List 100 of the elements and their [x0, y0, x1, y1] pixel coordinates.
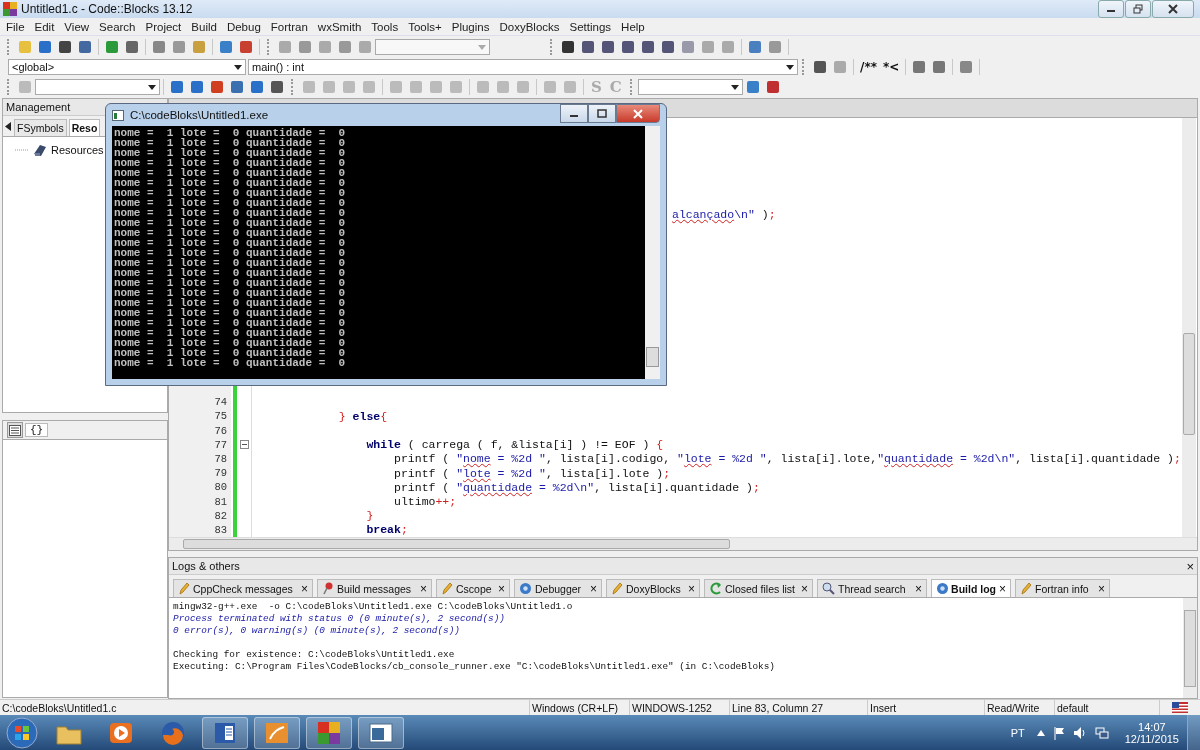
console-line: nome = 1 lote = 0 quantidade = 0	[114, 208, 347, 218]
toolbar-icon[interactable]	[660, 39, 676, 55]
console-line: nome = 1 lote = 0 quantidade = 0	[114, 158, 347, 168]
vertical-scrollbar[interactable]	[1182, 118, 1196, 537]
toolbar-icon[interactable]	[640, 39, 656, 55]
fold-icon[interactable]	[239, 440, 249, 450]
caret-icon[interactable]	[1036, 729, 1045, 736]
scope-dropdown[interactable]: <global>	[8, 59, 246, 75]
status-text: WINDOWS-1252	[632, 701, 712, 714]
toolbar-icon[interactable]	[580, 39, 596, 55]
start-button[interactable]	[4, 715, 40, 750]
flag-icon[interactable]	[1052, 725, 1065, 740]
menu-item[interactable]: Settings	[565, 20, 616, 33]
network-icon[interactable]	[1094, 725, 1109, 740]
console-line: nome = 1 lote = 0 quantidade = 0	[114, 338, 347, 348]
log-tab[interactable]: Build messages ×	[317, 579, 432, 597]
toolbar-icon[interactable]	[124, 39, 140, 55]
toolbar-icon[interactable]	[620, 39, 636, 55]
toolbar-icon[interactable]	[269, 79, 285, 95]
menu-item[interactable]: Edit	[30, 20, 59, 33]
menu-item[interactable]: DoxyBlocks	[495, 20, 564, 33]
close-button[interactable]	[1152, 0, 1194, 18]
symbol-search-dropdown[interactable]	[637, 79, 743, 95]
minimize-button[interactable]	[560, 104, 588, 123]
search-dropdown[interactable]	[35, 79, 160, 95]
status-text: Insert	[870, 701, 897, 714]
pin-icon	[322, 582, 334, 595]
taskbar-button[interactable]	[358, 716, 404, 749]
close-button[interactable]: ×	[1186, 558, 1194, 574]
toolbar-icon[interactable]	[77, 39, 93, 55]
build-target-dropdown[interactable]	[375, 39, 490, 55]
phone-icon	[32, 142, 48, 158]
restore-button[interactable]	[1125, 0, 1151, 18]
toolbar-icon[interactable]	[57, 39, 73, 55]
console-line: nome = 1 lote = 0 quantidade = 0	[114, 198, 347, 208]
console-line: nome = 1 lote = 0 quantidade = 0	[114, 348, 347, 358]
clock-date[interactable]: 12/11/2015	[1124, 732, 1179, 745]
menu-item[interactable]: Fortran	[266, 20, 312, 33]
taskbar-button[interactable]	[254, 716, 300, 749]
restore-icon	[1133, 4, 1143, 14]
toolbar-icon[interactable]	[560, 39, 576, 55]
window-title: C:\codeBloks\Untitled1.exe	[130, 109, 269, 121]
scroll-left-icon[interactable]	[5, 122, 11, 131]
tree-item[interactable]: Resources	[51, 144, 104, 156]
log-tab[interactable]: Build log ×	[931, 579, 1011, 597]
panel-tab[interactable]: Reso	[68, 119, 101, 136]
comment-button[interactable]: /**	[860, 60, 877, 74]
code-line: printf ( "quantidade = %2d\n", lista[i].quantidade );	[393, 480, 760, 494]
log-tab[interactable]: Thread search ×	[817, 579, 927, 597]
function-dropdown[interactable]: main() : int	[248, 59, 798, 75]
arrow-icon	[709, 582, 722, 595]
console-line: nome = 1 lote = 0 quantidade = 0	[114, 308, 347, 318]
menu-item[interactable]: Help	[617, 20, 649, 33]
language-indicator[interactable]: PT	[1010, 726, 1025, 739]
menu-item[interactable]: Tools+	[404, 20, 446, 33]
code-line: printf ( "nome = %2d ", lista[i].codigo, "lote = %2d ", lista[i].lote,"quantidade = %2d\n", lista[i].quantidade );	[393, 452, 1181, 466]
log-tab[interactable]: Debugger ×	[514, 579, 602, 597]
taskbar-button[interactable]	[306, 716, 352, 749]
console-line: nome = 1 lote = 0 quantidade = 0	[114, 298, 347, 308]
line-number: 74	[169, 395, 231, 410]
toolbar-icon[interactable]	[812, 59, 828, 75]
code-line: printf ( "lote = %2d ", lista[i].lote );	[393, 466, 671, 480]
log-tab[interactable]: DoxyBlocks ×	[606, 579, 700, 597]
status-text: Read/Write	[987, 701, 1040, 714]
menu-item[interactable]: Tools	[367, 20, 403, 33]
menu-item[interactable]: Project	[141, 20, 186, 33]
vertical-scrollbar[interactable]	[645, 126, 660, 379]
minimize-button[interactable]	[1098, 0, 1124, 18]
status-text: Line 83, Column 27	[732, 701, 824, 714]
menu-item[interactable]: Search	[95, 20, 140, 33]
close-icon	[633, 108, 643, 119]
comment-button[interactable]: *<	[882, 60, 900, 74]
line-number: 80	[169, 480, 231, 495]
menu-item[interactable]: Debug	[222, 20, 265, 33]
toolbar-icon[interactable]	[600, 39, 616, 55]
speaker-icon[interactable]	[1072, 725, 1087, 740]
maximize-button[interactable]	[588, 104, 616, 123]
log-line: mingw32-g++.exe -o C:\codeBloks\Untitled1.exe C:\codeBloks\Untitled1.o	[173, 601, 574, 613]
vertical-scrollbar[interactable]	[1183, 598, 1197, 698]
log-tab[interactable]: Cscope ×	[436, 579, 510, 597]
menu-item[interactable]: View	[60, 20, 94, 33]
horizontal-scrollbar[interactable]	[169, 537, 1197, 550]
list-icon[interactable]	[7, 422, 23, 438]
log-tab[interactable]: Fortran info ×	[1015, 579, 1110, 597]
panel-tab[interactable]: FSymbols	[14, 119, 67, 136]
dropdown-arrow-icon	[234, 65, 242, 70]
menu-item[interactable]: Build	[187, 20, 221, 33]
log-tab[interactable]: Closed files list ×	[704, 579, 813, 597]
panel-tab[interactable]: {}	[25, 423, 49, 437]
toolbar-icon[interactable]	[764, 79, 781, 95]
log-tab[interactable]: CppCheck messages ×	[173, 579, 313, 597]
menu-item[interactable]: File	[2, 20, 29, 33]
taskbar-button[interactable]	[202, 716, 248, 749]
code-line: } else{	[337, 409, 388, 423]
menu-item[interactable]: wxSmith	[313, 20, 366, 33]
code-line: break;	[365, 523, 408, 537]
menu-item[interactable]: Plugins	[447, 20, 494, 33]
clock-time[interactable]: 14:07	[1138, 720, 1166, 733]
console-line: nome = 1 lote = 0 quantidade = 0	[114, 188, 347, 198]
show-desktop-button[interactable]	[1187, 715, 1200, 750]
